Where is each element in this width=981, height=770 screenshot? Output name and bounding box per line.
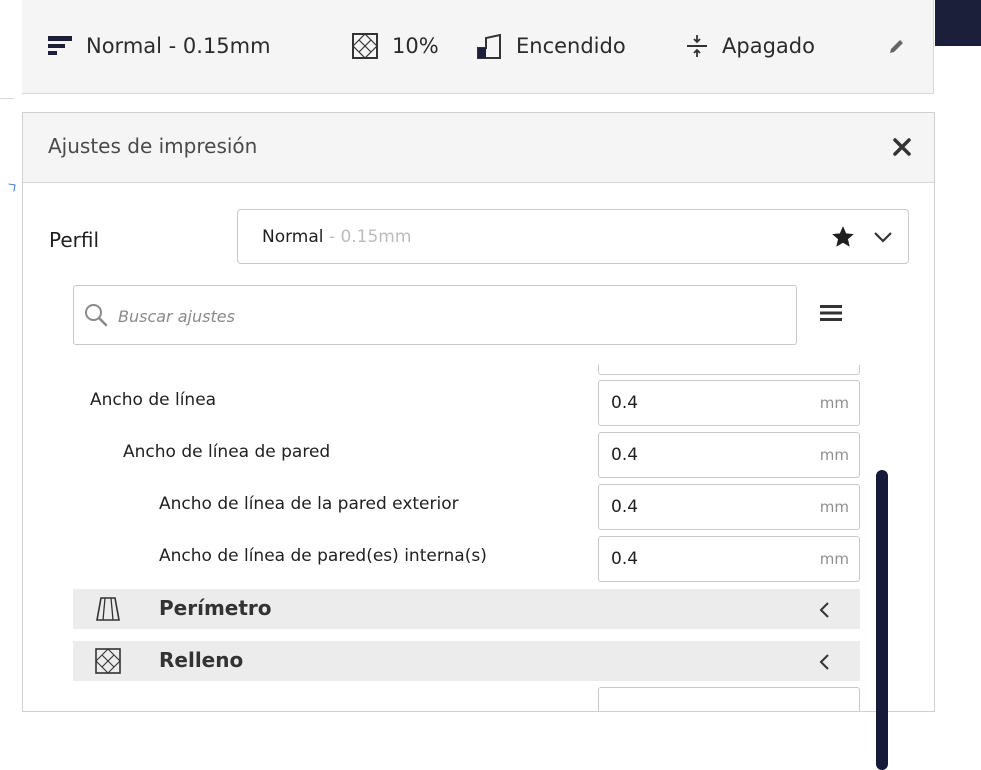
toolbar-infill-label: 10% <box>392 34 439 58</box>
infill-icon <box>352 33 378 59</box>
chevron-left-icon <box>819 654 829 670</box>
profile-value: Normal - 0.15mm <box>262 227 411 247</box>
settings-list: Ancho de línea 0.4 mm Ancho de línea de … <box>23 365 934 711</box>
toolbar-support-label: Encendido <box>516 34 626 58</box>
print-setup-toolbar[interactable]: Normal - 0.15mm 10% Encendido Apagado <box>22 0 934 94</box>
toolbar-infill[interactable]: 10% <box>352 24 439 68</box>
close-icon[interactable] <box>888 133 916 161</box>
profile-name: Normal <box>262 227 324 247</box>
setting-value: 0.4 <box>611 549 639 569</box>
print-settings-panel: Ajustes de impresión Perfil Normal - 0.1… <box>22 112 935 770</box>
search-box[interactable] <box>73 285 797 345</box>
toolbar-support[interactable]: Encendido <box>476 24 626 68</box>
setting-input[interactable]: 0.4 mm <box>598 432 860 478</box>
setting-label: Ancho de línea de pared <box>123 442 331 462</box>
setting-input[interactable]: 0.4 mm <box>598 380 860 426</box>
layer-height-icon <box>48 36 72 55</box>
partial-setting-field[interactable] <box>598 365 860 375</box>
profile-label: Perfil <box>49 228 100 252</box>
setting-input[interactable]: 0.4 mm <box>598 484 860 530</box>
viewport-mark <box>7 183 16 192</box>
setting-row-outer-wall-line-width: Ancho de línea de la pared exterior 0.4 … <box>23 481 873 533</box>
panel-header: Ajustes de impresión <box>23 113 934 183</box>
partial-setting-field[interactable] <box>598 687 860 711</box>
window-corner <box>935 0 981 46</box>
settings-visibility-menu-icon[interactable] <box>820 304 842 322</box>
search-icon <box>85 304 108 327</box>
star-icon[interactable] <box>830 224 856 250</box>
category-infill[interactable]: Relleno <box>73 641 860 681</box>
setting-row-inner-wall-line-width: Ancho de línea de pared(es) interna(s) 0… <box>23 533 873 585</box>
category-label: Perímetro <box>159 596 272 620</box>
category-perimeter[interactable]: Perímetro <box>73 589 860 629</box>
support-icon <box>477 33 501 59</box>
viewport-divider <box>0 98 14 99</box>
setting-label: Ancho de línea <box>90 390 217 410</box>
toolbar-adhesion[interactable]: Apagado <box>686 24 815 68</box>
pencil-icon <box>890 40 903 53</box>
setting-row-line-width: Ancho de línea 0.4 mm <box>23 377 873 429</box>
setting-value: 0.4 <box>611 393 639 413</box>
adhesion-icon <box>687 35 707 57</box>
setting-value: 0.4 <box>611 445 639 465</box>
category-label: Relleno <box>159 648 244 672</box>
toolbar-profile-label: Normal - 0.15mm <box>86 34 271 58</box>
setting-unit: mm <box>819 550 849 568</box>
edit-settings-button[interactable] <box>888 24 906 68</box>
toolbar-profile[interactable]: Normal - 0.15mm <box>48 24 271 68</box>
chevron-down-icon[interactable] <box>872 227 894 247</box>
panel-title: Ajustes de impresión <box>48 134 258 158</box>
setting-row-wall-line-width: Ancho de línea de pared 0.4 mm <box>23 429 873 481</box>
setting-label: Ancho de línea de la pared exterior <box>159 494 459 514</box>
setting-label: Ancho de línea de pared(es) interna(s) <box>159 546 487 566</box>
toolbar-adhesion-label: Apagado <box>722 34 815 58</box>
infill-icon <box>95 648 121 674</box>
settings-scrollbar[interactable] <box>876 470 888 770</box>
search-input[interactable] <box>116 300 720 332</box>
setting-unit: mm <box>819 446 849 464</box>
setting-value: 0.4 <box>611 497 639 517</box>
setting-unit: mm <box>819 394 849 412</box>
setting-input[interactable]: 0.4 mm <box>598 536 860 582</box>
setting-unit: mm <box>819 498 849 516</box>
profile-dropdown[interactable]: Normal - 0.15mm <box>237 209 909 264</box>
profile-layer-height: - 0.15mm <box>323 227 412 247</box>
chevron-left-icon <box>819 602 829 618</box>
perimeter-icon <box>96 597 120 621</box>
